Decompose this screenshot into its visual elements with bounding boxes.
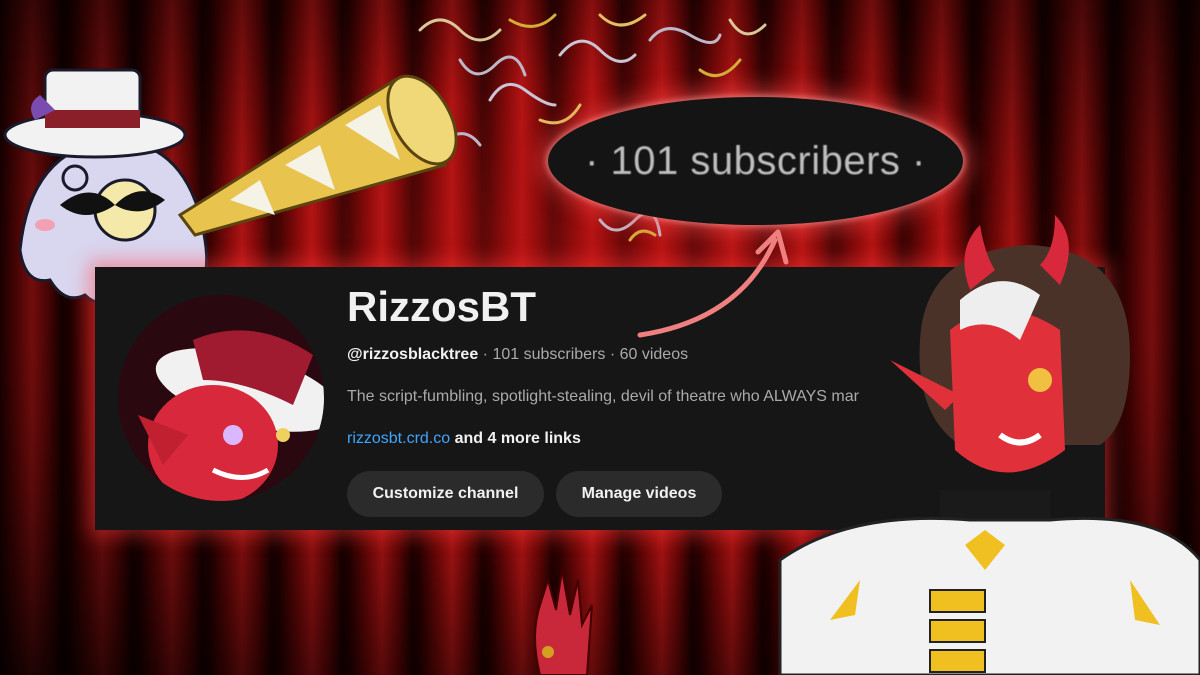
thumbnail-stage: · 101 subscribers · RizzosBT @rizzosblac… — [0, 0, 1200, 675]
devil-hand-icon — [534, 569, 593, 675]
